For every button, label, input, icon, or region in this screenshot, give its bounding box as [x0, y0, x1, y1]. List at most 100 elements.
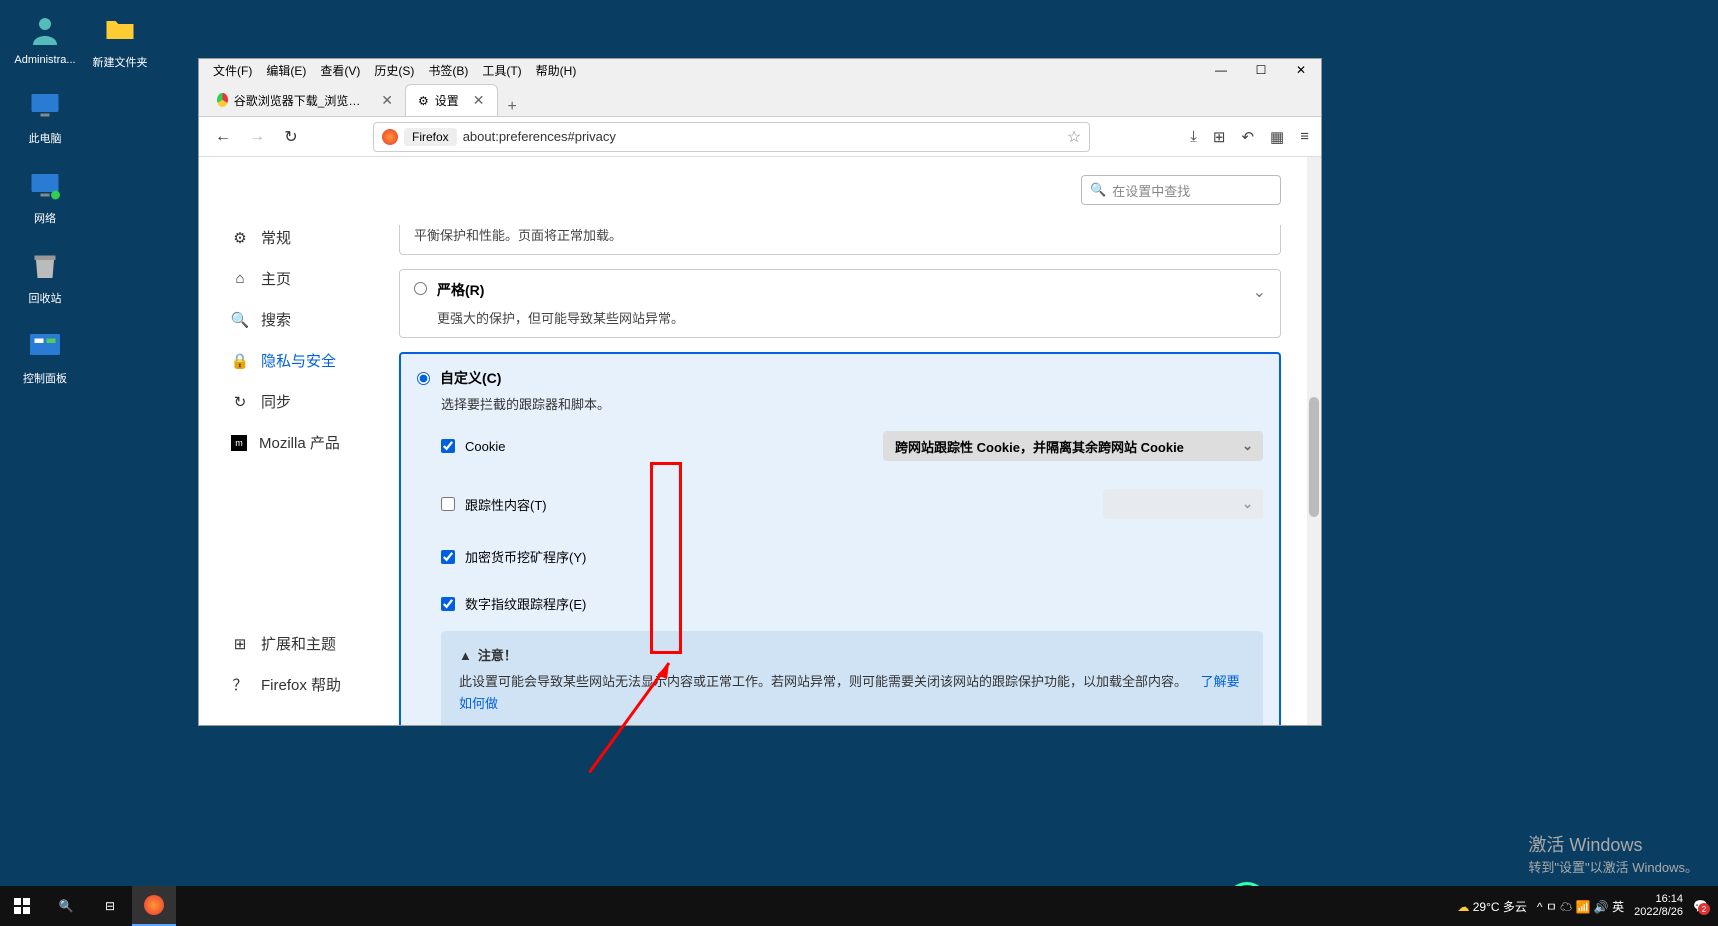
- desktop-icon-label: 此电脑: [29, 130, 62, 146]
- reload-button[interactable]: ↻: [279, 125, 303, 149]
- home-icon: ⌂: [231, 270, 249, 287]
- desktop-icon-this-pc[interactable]: 此电脑: [10, 86, 80, 146]
- tab-close-icon[interactable]: ✕: [381, 92, 393, 109]
- desktop-icon-label: Administra...: [14, 54, 75, 66]
- taskbar-firefox[interactable]: [132, 886, 176, 926]
- panel-desc: 更强大的保护，但可能导致某些网站异常。: [437, 308, 684, 327]
- hamburger-menu-icon[interactable]: ≡: [1300, 128, 1309, 146]
- menu-history[interactable]: 历史(S): [368, 62, 420, 79]
- scrollbar-track[interactable]: [1307, 157, 1321, 725]
- menu-help[interactable]: 帮助(H): [530, 62, 583, 79]
- dropdown-cookie[interactable]: 跨网站跟踪性 Cookie，并隔离其余跨网站 Cookie ⌄: [883, 431, 1263, 461]
- chrome-icon: [217, 93, 228, 107]
- url-bar[interactable]: Firefox about:preferences#privacy ☆: [373, 122, 1090, 152]
- minimize-button[interactable]: —: [1201, 59, 1241, 81]
- sidebar-item-mozilla[interactable]: mMozilla 产品: [223, 422, 399, 463]
- new-tab-button[interactable]: +: [498, 98, 527, 116]
- chevron-down-icon: ⌄: [1242, 438, 1253, 454]
- sidebar-item-home[interactable]: ⌂ 主页: [223, 258, 399, 299]
- desktop-icon-new-folder[interactable]: 新建文件夹: [85, 10, 155, 70]
- settings-main-panel: 🔍 在设置中查找 平衡保护和性能。页面将正常加载。 严格(R) 更强大的保护，但可…: [399, 157, 1321, 725]
- watermark-title: 激活 Windows: [1528, 831, 1698, 857]
- sidebar-item-label: 同步: [261, 391, 291, 412]
- gear-icon: ⚙: [231, 229, 249, 247]
- taskbar-left: 🔍 ⊟: [0, 886, 176, 926]
- menu-view[interactable]: 查看(V): [314, 62, 366, 79]
- back-button[interactable]: ←: [211, 125, 235, 149]
- desktop-icon-recycle-bin[interactable]: 回收站: [10, 246, 80, 306]
- settings-sidebar: ⚙常规 ⌂ 主页 🔍 搜索 🔒隐私与安全 ↻同步 mMozilla 产品 ⊞扩展和主…: [199, 157, 399, 725]
- sidebar-item-sync[interactable]: ↻同步: [223, 381, 399, 422]
- start-button[interactable]: [0, 886, 44, 926]
- firefox-badge: Firefox: [404, 128, 457, 146]
- url-text: about:preferences#privacy: [463, 129, 1061, 144]
- sidebar-item-search[interactable]: 🔍 搜索: [223, 299, 399, 340]
- checkbox-cryptominers[interactable]: [441, 550, 455, 564]
- sidebar-item-extensions[interactable]: ⊞扩展和主题: [223, 623, 399, 664]
- desktop-icon-administrator[interactable]: Administra...: [10, 10, 80, 66]
- toolbar: ← → ↻ Firefox about:preferences#privacy …: [199, 117, 1321, 157]
- task-view-button[interactable]: ⊟: [88, 886, 132, 926]
- desktop-icon-network[interactable]: 网络: [10, 166, 80, 226]
- search-placeholder: 在设置中查找: [1112, 181, 1190, 200]
- row-label: Cookie: [465, 439, 505, 454]
- extensions-icon[interactable]: ⊞: [1213, 128, 1226, 146]
- warning-icon: ▲: [459, 645, 472, 667]
- desktop-icons-col2: 新建文件夹: [85, 10, 155, 70]
- sidebar-item-label: Firefox 帮助: [261, 674, 341, 695]
- checkbox-cookie[interactable]: [441, 439, 455, 453]
- weather-widget[interactable]: ☁ 29°C 多云: [1457, 898, 1527, 915]
- dropdown-tracking-content[interactable]: ⌄: [1103, 489, 1263, 519]
- weather-text: 29°C 多云: [1473, 900, 1527, 914]
- checkbox-fingerprinters[interactable]: [441, 597, 455, 611]
- row-cryptominers: 加密货币挖矿程序(Y): [441, 547, 1263, 566]
- sidebar-item-general[interactable]: ⚙常规: [223, 217, 399, 258]
- tab-close-icon[interactable]: ✕: [473, 92, 485, 109]
- notification-center-icon[interactable]: 💬2: [1693, 899, 1708, 913]
- clock[interactable]: 16:14 2022/8/26: [1634, 893, 1683, 919]
- tab-label: 谷歌浏览器下载_浏览器官网入口: [234, 92, 368, 109]
- search-icon: 🔍: [1090, 182, 1106, 198]
- checkbox-tracking-content[interactable]: [441, 497, 455, 511]
- bookmark-star-icon[interactable]: ☆: [1067, 127, 1081, 147]
- desktop-icon-label: 回收站: [29, 290, 62, 306]
- radio-custom[interactable]: [417, 372, 430, 385]
- row-tracking-content: 跟踪性内容(T) ⌄: [441, 489, 1263, 519]
- dropdown-value: 跨网站跟踪性 Cookie，并隔离其余跨网站 Cookie: [895, 437, 1184, 456]
- panel-title: 严格(R): [437, 280, 684, 300]
- menu-edit[interactable]: 编辑(E): [260, 62, 312, 79]
- panel-strict[interactable]: 严格(R) 更强大的保护，但可能导致某些网站异常。 ⌄: [399, 269, 1281, 338]
- menu-file[interactable]: 文件(F): [207, 62, 258, 79]
- watermark-sub: 转到"设置"以激活 Windows。: [1528, 857, 1698, 876]
- chevron-down-icon[interactable]: ⌄: [1253, 282, 1266, 302]
- search-button[interactable]: 🔍: [44, 886, 88, 926]
- radio-strict[interactable]: [414, 282, 427, 295]
- panel-title: 自定义(C): [440, 368, 501, 388]
- scrollbar-thumb[interactable]: [1309, 397, 1319, 517]
- sidebar-item-privacy[interactable]: 🔒隐私与安全: [223, 340, 399, 381]
- tray-icons[interactable]: ^ ㅁ ☁ 📶 🔊 英: [1537, 898, 1624, 915]
- menu-bookmarks[interactable]: 书签(B): [422, 62, 474, 79]
- menu-tools[interactable]: 工具(T): [476, 62, 527, 79]
- undo-icon[interactable]: ↶: [1241, 128, 1254, 146]
- apps-grid-icon[interactable]: ▦: [1270, 128, 1284, 146]
- panel-desc: 平衡保护和性能。页面将正常加载。: [414, 228, 622, 243]
- desktop-icon-control-panel[interactable]: 控制面板: [10, 326, 80, 386]
- search-icon: 🔍: [231, 311, 249, 329]
- tab-settings[interactable]: ⚙ 设置 ✕: [405, 84, 498, 116]
- sidebar-item-help[interactable]: ？Firefox 帮助: [223, 664, 399, 705]
- sidebar-item-label: 主页: [261, 268, 291, 289]
- close-button[interactable]: ✕: [1281, 59, 1321, 81]
- maximize-button[interactable]: ☐: [1241, 59, 1281, 81]
- forward-button[interactable]: →: [245, 125, 269, 149]
- sidebar-item-label: 隐私与安全: [261, 350, 336, 371]
- settings-search-input[interactable]: 🔍 在设置中查找: [1081, 175, 1281, 205]
- taskbar-right: ☁ 29°C 多云 ^ ㅁ ☁ 📶 🔊 英 16:14 2022/8/26 💬2: [1457, 893, 1718, 919]
- clock-date: 2022/8/26: [1634, 906, 1683, 919]
- chevron-down-icon: ⌄: [1242, 496, 1253, 512]
- downloads-icon[interactable]: ⤓: [1190, 128, 1197, 146]
- desktop-icons-col1: Administra... 此电脑 网络 回收站 控制面板: [10, 10, 80, 386]
- sidebar-item-label: 搜索: [261, 309, 291, 330]
- tab-chrome-download[interactable]: 谷歌浏览器下载_浏览器官网入口 ✕: [205, 84, 405, 116]
- gear-icon: ⚙: [418, 94, 429, 108]
